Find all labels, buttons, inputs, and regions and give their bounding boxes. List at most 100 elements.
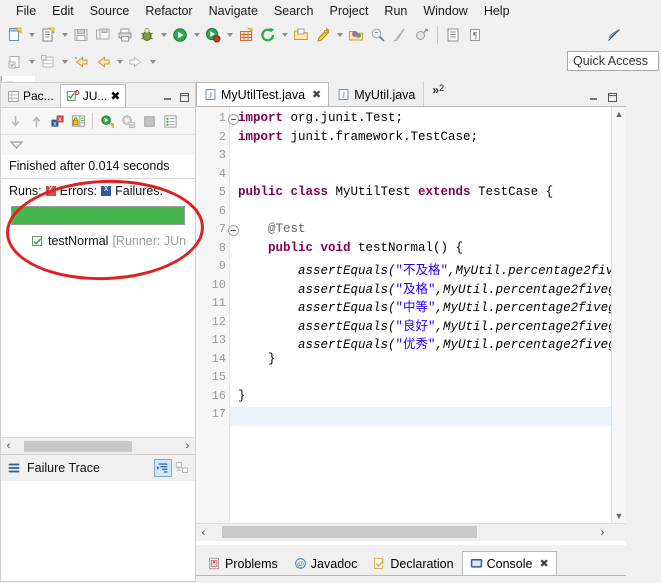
maximize-icon[interactable] [177, 91, 192, 104]
editor-code-lines[interactable]: import org.junit.Test; import junit.frame… [230, 107, 626, 523]
editor-hscroll-right-arrow[interactable]: › [595, 527, 610, 539]
open-type-icon[interactable] [290, 24, 312, 46]
test-tree-item[interactable]: testNormal [Runner: JUn [1, 232, 195, 250]
external-tools-dropdown[interactable] [334, 24, 345, 46]
toggle-mark-occurrences-icon[interactable] [442, 24, 464, 46]
code-line[interactable]: assertEquals("及格",MyUtil.percentage2five… [230, 278, 626, 297]
bottom-tab-declaration[interactable]: Declaration [365, 551, 461, 575]
stop-icon[interactable] [139, 111, 159, 131]
minimize-icon[interactable] [160, 91, 175, 104]
bottom-tab-javadoc[interactable]: @ Javadoc [286, 551, 366, 575]
code-line[interactable]: assertEquals("优秀",MyUtil.percentage2five… [230, 333, 626, 352]
editor-tab-myutil-java[interactable]: J MyUtil.java [329, 82, 423, 106]
hscroll-right-arrow[interactable]: › [180, 440, 195, 452]
code-line[interactable]: assertEquals("良好",MyUtil.percentage2five… [230, 315, 626, 334]
menu-item-file[interactable]: File [8, 2, 44, 20]
no-perspective-icon[interactable] [603, 24, 625, 46]
new-java-class-dropdown[interactable] [26, 51, 37, 73]
editor-vscrollbar[interactable]: ▲ ▼ [611, 107, 626, 523]
vscroll-up-arrow[interactable]: ▲ [612, 107, 626, 121]
show-whitespace-icon[interactable]: ¶ [464, 24, 486, 46]
editor-tab-overflow[interactable]: » 2 [423, 81, 452, 106]
run-icon[interactable] [169, 24, 191, 46]
previous-edit-icon[interactable] [92, 51, 114, 73]
editor-hscroll-thumb[interactable] [222, 526, 477, 538]
show-failures-only-icon[interactable]: xx [47, 111, 67, 131]
minimize-icon[interactable] [587, 92, 600, 103]
forward-edit-icon[interactable] [125, 51, 147, 73]
code-line[interactable] [230, 148, 626, 167]
junit-hscrollbar[interactable]: ‹ › [1, 437, 195, 454]
hscroll-thumb[interactable] [24, 440, 132, 452]
coverage-dropdown[interactable] [279, 24, 290, 46]
filter-stack-trace-icon[interactable] [154, 459, 172, 477]
editor-hscrollbar[interactable]: ‹ › [196, 523, 626, 541]
quick-access-input[interactable]: Quick Access [567, 51, 659, 71]
menu-item-window[interactable]: Window [415, 2, 475, 20]
hscroll-track[interactable] [16, 440, 180, 452]
tab-junit[interactable]: JU... ✖ [59, 84, 127, 107]
coverage-icon[interactable] [257, 24, 279, 46]
close-icon[interactable]: ✖ [312, 88, 321, 101]
new-package-icon[interactable] [235, 24, 257, 46]
search-project-icon[interactable] [345, 24, 367, 46]
code-line[interactable] [230, 204, 626, 223]
menu-item-refactor[interactable]: Refactor [137, 2, 200, 20]
debug-dropdown[interactable] [158, 24, 169, 46]
new-wizard-icon[interactable] [37, 24, 59, 46]
code-line[interactable] [230, 407, 626, 426]
maximize-icon[interactable] [606, 92, 619, 103]
rerun-test-icon[interactable] [97, 111, 117, 131]
new-file-icon[interactable] [4, 24, 26, 46]
new-file-dropdown[interactable] [26, 24, 37, 46]
code-line[interactable] [230, 167, 626, 186]
editor-code-area[interactable]: 1 2 3 4 5 6 7 8 9 10 11 12 13 14 15 16 17 import org.jun… [196, 106, 626, 523]
compare-result-icon[interactable] [174, 460, 190, 476]
forward-edit-dropdown[interactable] [147, 51, 158, 73]
annotate-icon[interactable] [367, 24, 389, 46]
code-line[interactable]: public class MyUtilTest extends TestCase… [230, 185, 626, 204]
close-icon[interactable]: ✖ [539, 557, 548, 570]
test-history-icon[interactable] [160, 111, 180, 131]
debug-run-icon[interactable] [202, 24, 224, 46]
run-dropdown[interactable] [191, 24, 202, 46]
menu-item-search[interactable]: Search [266, 2, 322, 20]
menu-item-navigate[interactable]: Navigate [201, 2, 266, 20]
hscroll-left-arrow[interactable]: ‹ [1, 440, 16, 452]
bottom-tab-console[interactable]: Console ✖ [461, 551, 557, 575]
close-icon[interactable]: ✖ [110, 89, 120, 103]
debug-bug-icon[interactable] [136, 24, 158, 46]
bottom-tab-problems[interactable]: Problems [200, 551, 286, 575]
lock-scroll-icon[interactable] [68, 111, 88, 131]
code-line[interactable] [230, 370, 626, 389]
view-menu-icon[interactable] [9, 139, 24, 151]
code-line[interactable]: @Test [230, 222, 626, 241]
junit-result-tree[interactable]: testNormal [Runner: JUn [1, 225, 195, 250]
menu-item-source[interactable]: Source [82, 2, 138, 20]
new-java-class-icon[interactable] [4, 51, 26, 73]
external-tools-icon[interactable] [312, 24, 334, 46]
new-java-package-icon[interactable] [37, 51, 59, 73]
editor-hscroll-left-arrow[interactable]: ‹ [196, 527, 211, 539]
code-line[interactable]: assertEquals("中等",MyUtil.percentage2five… [230, 296, 626, 315]
previous-edit-dropdown[interactable] [114, 51, 125, 73]
code-line[interactable]: public void testNormal() { [230, 241, 626, 260]
next-failure-icon[interactable] [5, 111, 25, 131]
back-nav-icon[interactable] [70, 51, 92, 73]
debug-run-dropdown[interactable] [224, 24, 235, 46]
editor-tab-myutiltest-java[interactable]: J MyUtilTest.java ✖ [196, 82, 330, 106]
code-line[interactable]: } [230, 352, 626, 371]
skip-breakpoints-icon[interactable] [411, 24, 433, 46]
code-line[interactable]: import org.junit.Test; [230, 111, 626, 130]
new-wizard-dropdown[interactable] [59, 24, 70, 46]
vscroll-down-arrow[interactable]: ▼ [612, 509, 626, 523]
rerun-failed-icon[interactable]: xx [118, 111, 138, 131]
code-line[interactable]: assertEquals("不及格",MyUtil.percentage2fiv… [230, 259, 626, 278]
previous-failure-icon[interactable] [26, 111, 46, 131]
menu-item-project[interactable]: Project [322, 2, 377, 20]
code-line[interactable]: } [230, 389, 626, 408]
new-java-package-dropdown[interactable] [59, 51, 70, 73]
menu-item-run[interactable]: Run [376, 2, 415, 20]
tab-package-explorer[interactable]: Pac... [1, 84, 60, 107]
menu-item-edit[interactable]: Edit [44, 2, 82, 20]
